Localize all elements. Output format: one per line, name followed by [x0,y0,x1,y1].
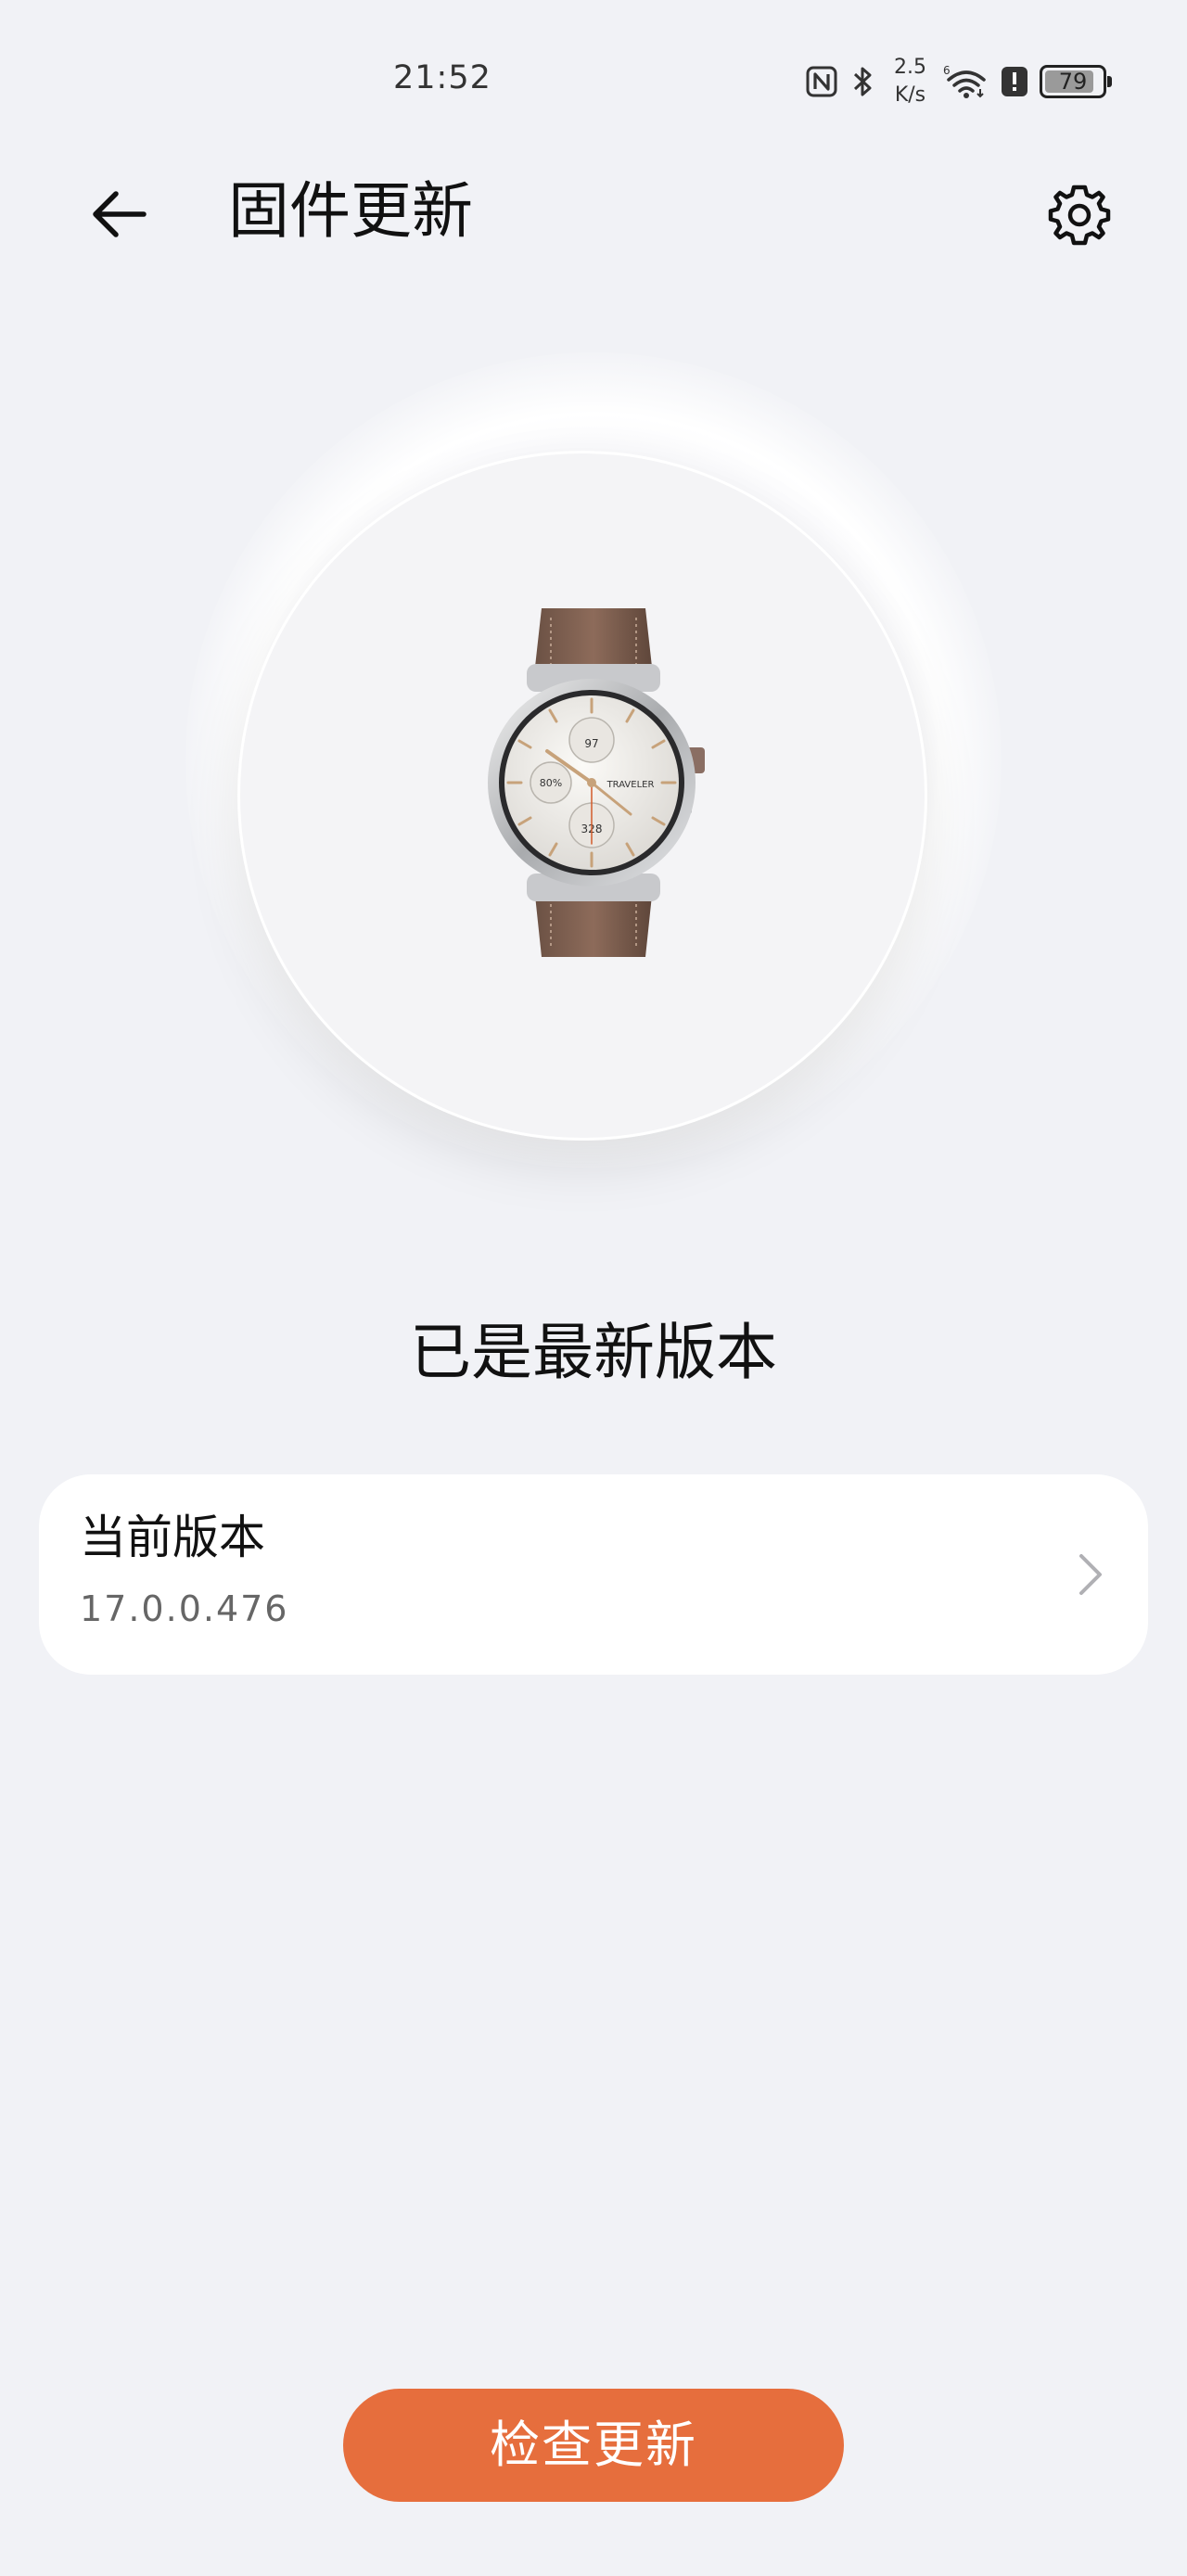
current-version-value: 17.0.0.476 [80,1588,289,1629]
smartwatch-image: 97 80% 328 TRAVELER [488,608,705,957]
network-speed-value: 2.5 [894,56,926,79]
page-title: 固件更新 [228,175,473,247]
battery-level: 79 [1058,69,1088,95]
current-version-card[interactable]: 当前版本 17.0.0.476 [39,1474,1148,1675]
battery-icon: 79 [1040,65,1112,98]
watch-face-top: 97 [584,737,598,750]
svg-text:6: 6 [943,64,951,77]
app-header: 固件更新 [0,158,1187,260]
network-speed-unit: K/s [894,83,926,107]
status-time: 21:52 [393,59,491,96]
wifi-icon: 6 [943,64,986,98]
nfc-icon [806,66,837,97]
settings-button[interactable] [1035,171,1124,260]
chevron-right-icon [1079,1554,1102,1595]
arrow-left-icon [93,191,147,237]
status-icons: 2.5 K/s 6 79 [805,52,1112,111]
bluetooth-icon [853,67,872,96]
gear-icon [1048,185,1111,246]
alert-icon [1002,67,1027,96]
network-speed: 2.5 K/s [894,54,926,109]
update-status-text: 已是最新版本 [410,1317,777,1388]
back-button[interactable] [78,172,161,256]
watch-face-brand: TRAVELER [606,780,655,790]
current-version-label: 当前版本 [80,1511,265,1564]
check-update-button[interactable]: 检查更新 [343,2389,844,2502]
watch-face-left: 80% [540,777,562,789]
status-bar: 21:52 2.5 K/s 6 79 [0,0,1187,158]
